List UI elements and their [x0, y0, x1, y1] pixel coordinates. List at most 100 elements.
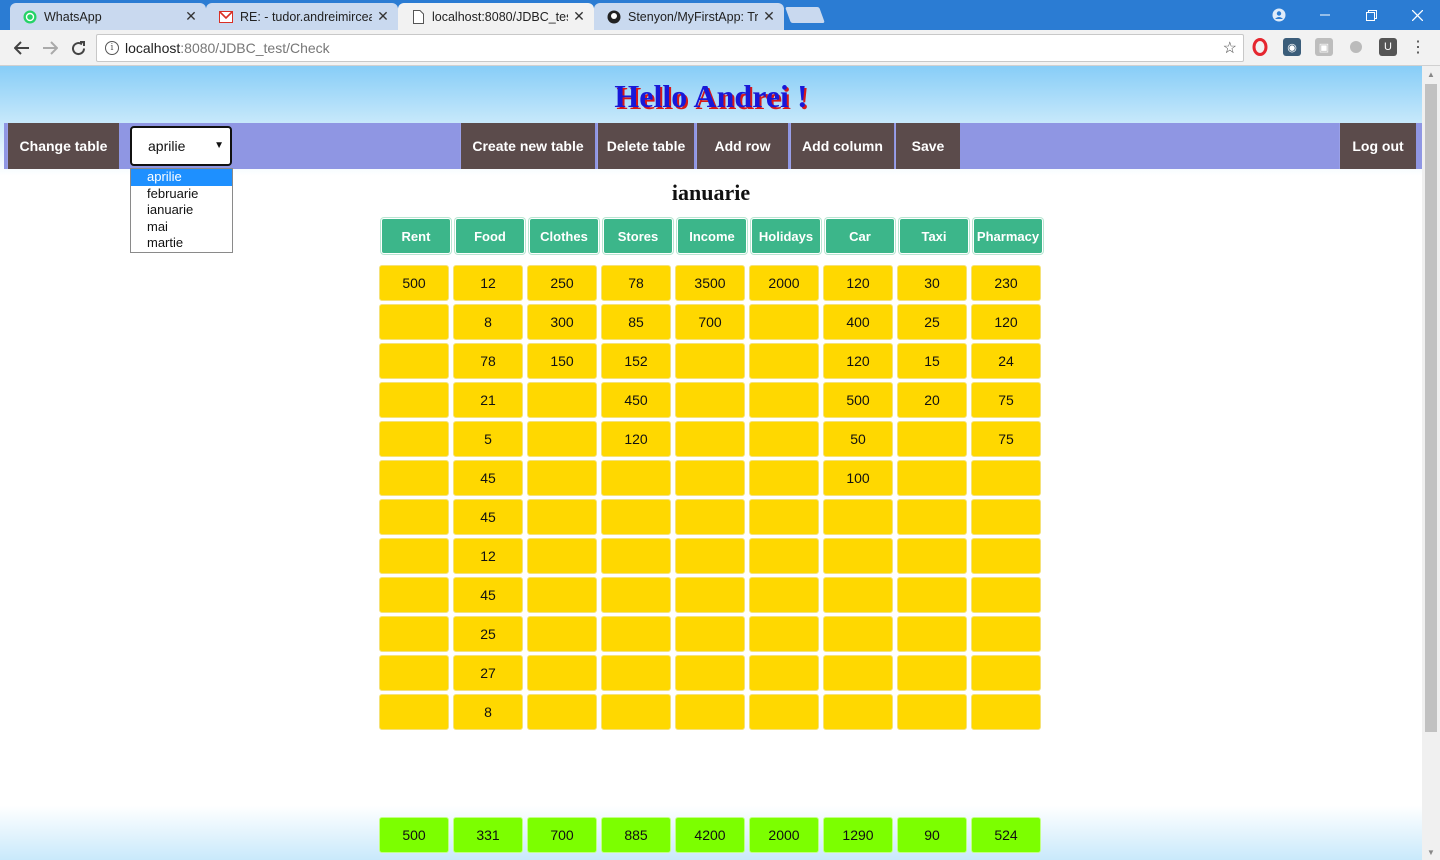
table-cell[interactable]: 500 — [379, 265, 449, 301]
scroll-up-icon[interactable]: ▲ — [1422, 66, 1440, 82]
table-cell[interactable] — [527, 577, 597, 613]
dropdown-option[interactable]: mai — [131, 219, 232, 236]
table-cell[interactable] — [379, 655, 449, 691]
table-cell[interactable] — [897, 655, 967, 691]
table-cell[interactable]: 5 — [453, 421, 523, 457]
table-cell[interactable] — [897, 538, 967, 574]
save-button[interactable]: Save — [895, 123, 960, 169]
table-cell[interactable]: 45 — [453, 499, 523, 535]
table-cell[interactable]: 45 — [453, 460, 523, 496]
table-cell[interactable] — [823, 694, 893, 730]
table-cell[interactable]: 150 — [527, 343, 597, 379]
table-cell[interactable] — [675, 616, 745, 652]
table-cell[interactable] — [749, 421, 819, 457]
tab-close-icon[interactable]: ✕ — [572, 8, 586, 25]
table-cell[interactable]: 400 — [823, 304, 893, 340]
table-cell[interactable] — [527, 538, 597, 574]
table-cell[interactable]: 20 — [897, 382, 967, 418]
table-cell[interactable]: 8 — [453, 304, 523, 340]
info-icon[interactable]: i — [105, 41, 119, 55]
close-window-icon[interactable] — [1394, 0, 1440, 30]
table-cell[interactable]: 3500 — [675, 265, 745, 301]
table-cell[interactable] — [749, 382, 819, 418]
table-cell[interactable] — [675, 343, 745, 379]
bookmark-star-icon[interactable]: ☆ — [1223, 38, 1237, 58]
table-cell[interactable]: 2000 — [749, 265, 819, 301]
table-cell[interactable] — [675, 577, 745, 613]
column-header[interactable]: Pharmacy — [973, 218, 1043, 254]
table-cell[interactable]: 12 — [453, 265, 523, 301]
table-cell[interactable] — [749, 655, 819, 691]
table-cell[interactable] — [897, 616, 967, 652]
column-header[interactable]: Rent — [381, 218, 451, 254]
table-cell[interactable]: 230 — [971, 265, 1041, 301]
table-cell[interactable] — [379, 616, 449, 652]
add-row-button[interactable]: Add row — [696, 123, 788, 169]
table-cell[interactable]: 12 — [453, 538, 523, 574]
table-cell[interactable] — [749, 499, 819, 535]
table-cell[interactable] — [379, 577, 449, 613]
table-cell[interactable]: 152 — [601, 343, 671, 379]
table-cell[interactable] — [823, 655, 893, 691]
tab-close-icon[interactable]: ✕ — [762, 8, 776, 25]
tab-localhost[interactable]: localhost:8080/JDBC_test ✕ — [398, 3, 594, 30]
table-cell[interactable]: 24 — [971, 343, 1041, 379]
table-cell[interactable]: 250 — [527, 265, 597, 301]
extension-icon[interactable]: ◉ — [1283, 38, 1301, 56]
table-cell[interactable] — [379, 382, 449, 418]
profile-icon[interactable] — [1256, 0, 1302, 30]
column-header[interactable]: Stores — [603, 218, 673, 254]
table-select[interactable]: aprilie ▼ — [130, 126, 232, 166]
table-cell[interactable] — [971, 694, 1041, 730]
table-cell[interactable]: 8 — [453, 694, 523, 730]
page-scrollbar[interactable]: ▲ ▼ — [1422, 66, 1440, 860]
table-cell[interactable] — [527, 616, 597, 652]
table-cell[interactable] — [971, 460, 1041, 496]
table-cell[interactable] — [601, 499, 671, 535]
forward-icon[interactable] — [38, 36, 62, 60]
table-cell[interactable]: 700 — [675, 304, 745, 340]
table-cell[interactable]: 120 — [601, 421, 671, 457]
table-cell[interactable] — [971, 655, 1041, 691]
table-cell[interactable] — [379, 460, 449, 496]
table-cell[interactable] — [971, 577, 1041, 613]
delete-table-button[interactable]: Delete table — [597, 123, 694, 169]
back-icon[interactable] — [10, 36, 34, 60]
table-cell[interactable] — [897, 577, 967, 613]
table-cell[interactable]: 25 — [453, 616, 523, 652]
table-cell[interactable] — [971, 538, 1041, 574]
dropdown-option[interactable]: martie — [131, 235, 232, 252]
tab-close-icon[interactable]: ✕ — [184, 8, 198, 25]
table-cell[interactable] — [379, 538, 449, 574]
menu-dots-icon[interactable]: ⋮ — [1409, 38, 1427, 56]
table-cell[interactable]: 30 — [897, 265, 967, 301]
table-cell[interactable]: 78 — [453, 343, 523, 379]
table-cell[interactable] — [601, 577, 671, 613]
table-cell[interactable] — [675, 460, 745, 496]
table-cell[interactable] — [749, 616, 819, 652]
table-cell[interactable] — [823, 499, 893, 535]
table-cell[interactable] — [675, 538, 745, 574]
table-cell[interactable] — [601, 460, 671, 496]
table-cell[interactable] — [749, 343, 819, 379]
tab-whatsapp[interactable]: WhatsApp ✕ — [10, 3, 206, 30]
table-cell[interactable] — [527, 460, 597, 496]
tab-github[interactable]: Stenyon/MyFirstApp: Trac ✕ — [594, 3, 784, 30]
table-cell[interactable]: 450 — [601, 382, 671, 418]
minimize-icon[interactable] — [1302, 0, 1348, 30]
table-cell[interactable] — [675, 421, 745, 457]
table-cell[interactable] — [823, 538, 893, 574]
add-column-button[interactable]: Add column — [790, 123, 894, 169]
log-out-button[interactable]: Log out — [1339, 123, 1416, 169]
table-cell[interactable] — [379, 499, 449, 535]
lock-extension-icon[interactable]: ▣ — [1315, 38, 1333, 56]
table-cell[interactable] — [823, 616, 893, 652]
table-cell[interactable] — [527, 382, 597, 418]
circle-extension-icon[interactable] — [1347, 38, 1365, 56]
table-cell[interactable] — [379, 694, 449, 730]
scroll-down-icon[interactable]: ▼ — [1422, 844, 1440, 860]
scrollbar-thumb[interactable] — [1425, 84, 1437, 732]
table-cell[interactable] — [601, 538, 671, 574]
restore-icon[interactable] — [1348, 0, 1394, 30]
table-cell[interactable] — [527, 499, 597, 535]
